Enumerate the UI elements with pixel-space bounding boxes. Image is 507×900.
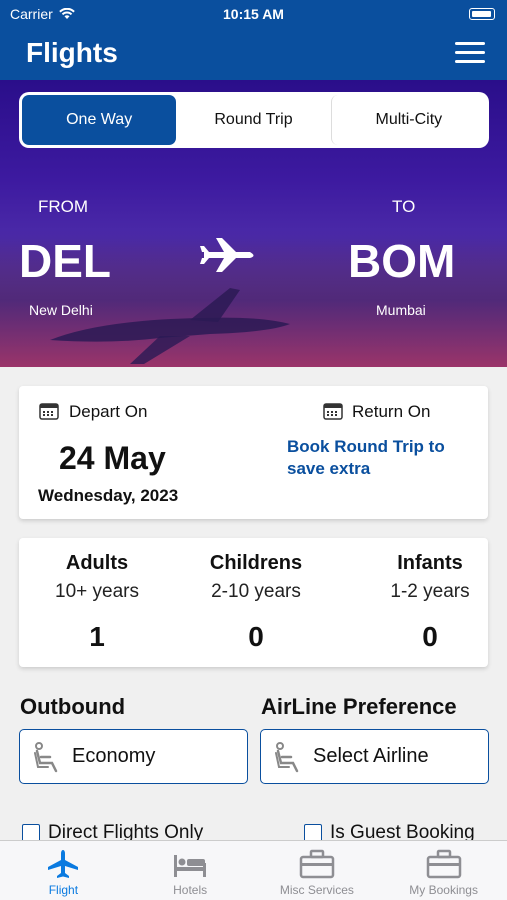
trip-type-selector: One Way Round Trip Multi-City xyxy=(19,92,489,148)
tab-my-bookings[interactable]: My Bookings xyxy=(380,841,507,900)
bed-icon xyxy=(174,855,207,877)
tab-round-trip[interactable]: Round Trip xyxy=(176,95,330,145)
seat-icon xyxy=(34,741,58,772)
outbound-title: Outbound xyxy=(20,694,126,719)
children-count[interactable]: 0 xyxy=(195,621,317,653)
tab-misc-services-label: Misc Services xyxy=(279,883,354,897)
tab-hotels[interactable]: Hotels xyxy=(127,841,254,900)
plane-silhouette-image xyxy=(50,288,290,364)
briefcase-icon xyxy=(299,849,335,879)
tab-misc-services[interactable]: Misc Services xyxy=(254,841,381,900)
airplane-icon xyxy=(48,850,79,878)
calendar-icon xyxy=(39,403,59,420)
depart-date[interactable]: 24 May xyxy=(59,440,166,477)
book-round-trip-link[interactable]: Book Round Trip to save extra xyxy=(287,436,477,480)
airline-value: Select Airline xyxy=(313,745,429,767)
to-city-name: Mumbai xyxy=(376,302,426,318)
app-header: Flights xyxy=(0,28,507,80)
adults-title: Adults xyxy=(65,552,129,574)
seat-icon xyxy=(275,741,299,772)
infants-title: Infants xyxy=(397,552,463,574)
bottom-tab-bar: Flight Hotels Misc Services My Bookings xyxy=(0,840,507,900)
date-card: Depart On 24 May Wednesday, 2023 Return … xyxy=(19,386,488,519)
from-city-name: New Delhi xyxy=(29,302,93,318)
airline-select[interactable]: Select Airline xyxy=(260,729,489,784)
depart-weekday: Wednesday, 2023 xyxy=(38,486,179,505)
airplane-swap-icon[interactable] xyxy=(200,238,258,274)
infants-column: Infants 1-2 years 0 xyxy=(375,538,485,653)
hamburger-menu-icon[interactable] xyxy=(455,42,485,64)
to-airport-code[interactable]: BOM xyxy=(348,234,455,288)
page-title: Flights xyxy=(26,37,118,68)
adults-count[interactable]: 1 xyxy=(37,621,157,653)
calendar-icon xyxy=(323,403,343,420)
to-label: TO xyxy=(392,197,416,216)
tab-flight-label: Flight xyxy=(48,883,79,897)
adults-age: 10+ years xyxy=(55,581,139,602)
from-airport-code[interactable]: DEL xyxy=(19,234,111,288)
infants-age: 1-2 years xyxy=(390,581,470,602)
tab-multi-city[interactable]: Multi-City xyxy=(330,95,486,145)
infants-count[interactable]: 0 xyxy=(375,621,485,653)
cabin-class-value: Economy xyxy=(72,745,156,767)
children-column: Childrens 2-10 years 0 xyxy=(195,538,317,653)
briefcase-icon xyxy=(426,849,461,879)
status-time: 10:15 AM xyxy=(223,6,284,22)
children-title: Childrens xyxy=(209,552,303,574)
tab-flight[interactable]: Flight xyxy=(0,841,127,900)
adults-column: Adults 10+ years 1 xyxy=(37,538,157,653)
depart-label: Depart On xyxy=(69,402,148,421)
children-age: 2-10 years xyxy=(211,581,301,602)
battery-icon xyxy=(469,8,495,20)
return-label: Return On xyxy=(352,402,431,421)
tab-hotels-label: Hotels xyxy=(173,883,208,897)
status-bar: Carrier 10:15 AM xyxy=(0,0,507,28)
airline-preference-title: AirLine Preference xyxy=(261,694,457,719)
tab-my-bookings-label: My Bookings xyxy=(409,883,478,897)
cabin-class-select[interactable]: Economy xyxy=(19,729,248,784)
from-label: FROM xyxy=(38,197,89,216)
tab-one-way[interactable]: One Way xyxy=(22,95,177,145)
passengers-card: Adults 10+ years 1 Childrens 2-10 years … xyxy=(19,538,488,667)
